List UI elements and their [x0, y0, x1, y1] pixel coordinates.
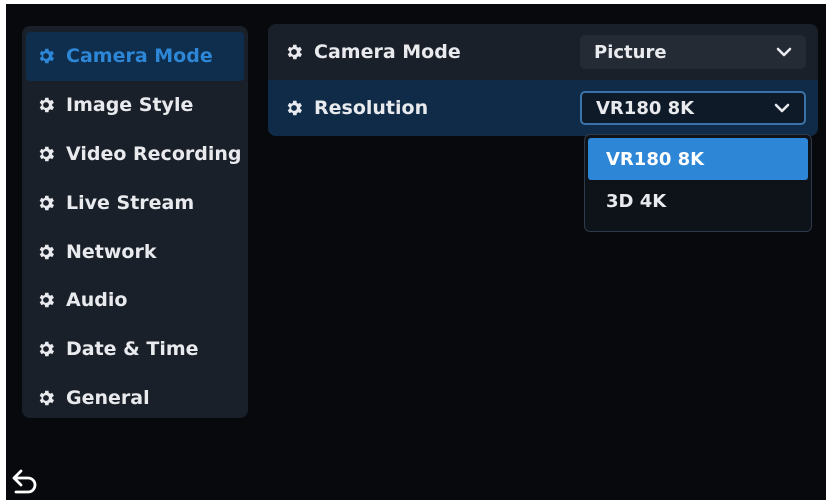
- sidebar-item-label: Live Stream: [66, 191, 195, 214]
- setting-label: Camera Mode: [314, 41, 461, 63]
- sidebar-item-label: Video Recording: [66, 142, 242, 165]
- sidebar-item-label: Camera Mode: [66, 45, 213, 68]
- sidebar-item-network[interactable]: Network: [22, 227, 248, 276]
- setting-label: Resolution: [314, 97, 429, 119]
- dropdown-option-3d-4k[interactable]: 3D 4K: [588, 180, 808, 222]
- gear-icon: [36, 95, 56, 115]
- sidebar-item-label: Date & Time: [66, 338, 199, 361]
- settings-panel: Camera Mode Picture Resolution VR180 8K: [268, 24, 818, 136]
- sidebar-item-label: Network: [66, 240, 157, 263]
- sidebar-item-label: Image Style: [66, 94, 194, 117]
- back-button[interactable]: [10, 466, 40, 496]
- setting-row-camera-mode: Camera Mode Picture: [268, 24, 818, 80]
- sidebar-item-audio[interactable]: Audio: [22, 276, 248, 325]
- settings-sidebar: Camera Mode Image Style Video Recording …: [22, 26, 248, 418]
- sidebar-item-date-time[interactable]: Date & Time: [22, 325, 248, 374]
- gear-icon: [284, 98, 304, 118]
- chevron-down-icon: [776, 47, 792, 57]
- resolution-dropdown: VR180 8K 3D 4K: [584, 134, 812, 232]
- sidebar-item-camera-mode[interactable]: Camera Mode: [26, 32, 244, 81]
- sidebar-item-label: Audio: [66, 289, 128, 312]
- gear-icon: [36, 242, 56, 262]
- resolution-select[interactable]: VR180 8K: [580, 91, 806, 125]
- sidebar-item-general[interactable]: General: [22, 374, 248, 423]
- gear-icon: [36, 290, 56, 310]
- select-value: VR180 8K: [596, 97, 695, 119]
- option-label: 3D 4K: [606, 190, 667, 212]
- gear-icon: [284, 42, 304, 62]
- sidebar-item-image-style[interactable]: Image Style: [22, 81, 248, 130]
- chevron-down-icon: [774, 103, 790, 113]
- back-arrow-icon: [10, 466, 40, 496]
- gear-icon: [36, 144, 56, 164]
- sidebar-item-live-stream[interactable]: Live Stream: [22, 178, 248, 227]
- sidebar-item-label: General: [66, 386, 150, 409]
- dropdown-option-vr180-8k[interactable]: VR180 8K: [588, 138, 808, 180]
- camera-settings-screen: Camera Mode Image Style Video Recording …: [6, 4, 826, 500]
- setting-row-resolution: Resolution VR180 8K: [268, 80, 818, 136]
- gear-icon: [36, 193, 56, 213]
- gear-icon: [36, 339, 56, 359]
- camera-mode-select[interactable]: Picture: [580, 35, 806, 69]
- sidebar-item-video-recording[interactable]: Video Recording: [22, 130, 248, 179]
- gear-icon: [36, 46, 56, 66]
- select-value: Picture: [594, 41, 667, 63]
- option-label: VR180 8K: [606, 148, 705, 170]
- gear-icon: [36, 388, 56, 408]
